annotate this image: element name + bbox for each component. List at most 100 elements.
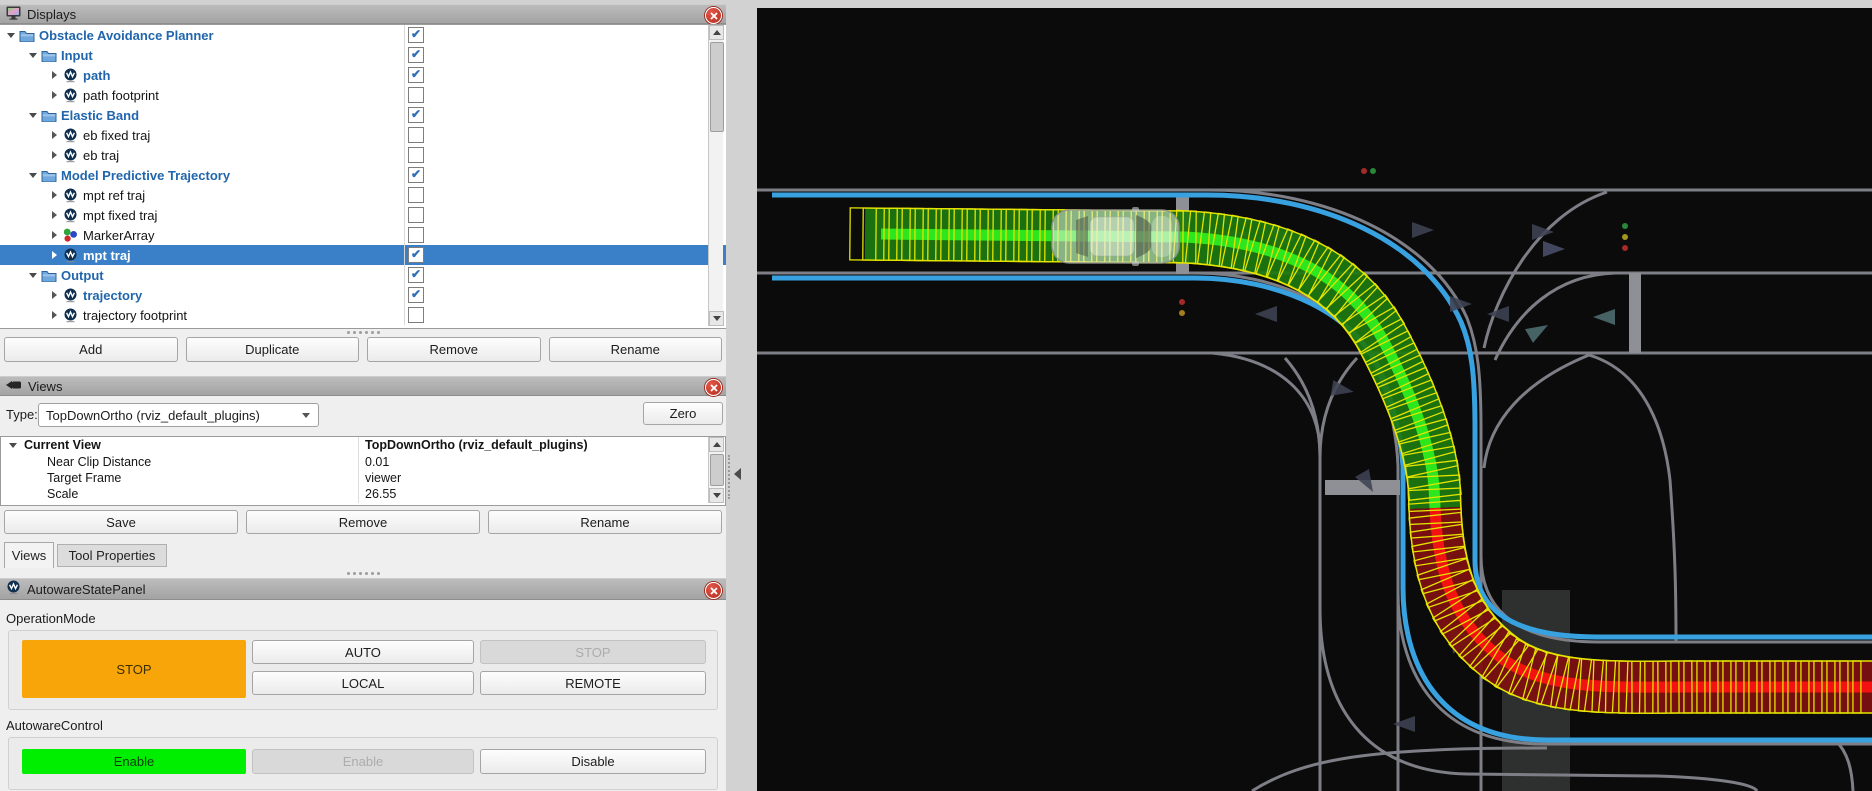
visibility-checkbox[interactable] xyxy=(408,47,424,63)
tree-row-elastic-band[interactable]: Elastic Band xyxy=(0,105,726,125)
autoware-state-panel-titlebar[interactable]: AutowareStatePanel xyxy=(0,578,726,600)
autoware-logo-icon xyxy=(6,580,21,598)
views-panel-titlebar[interactable]: Views xyxy=(0,376,726,396)
tree-row-mpt-fixed-traj[interactable]: mpt fixed traj xyxy=(0,205,726,225)
expand-arrow-icon[interactable] xyxy=(49,231,60,239)
property-row-current-view[interactable]: Current ViewTopDownOrtho (rviz_default_p… xyxy=(1,437,725,453)
tree-row-path-footprint[interactable]: path footprint xyxy=(0,85,726,105)
visibility-checkbox[interactable] xyxy=(408,247,424,263)
expand-arrow-icon[interactable] xyxy=(49,251,60,259)
splitter-handle[interactable] xyxy=(338,330,388,335)
collapse-arrow-icon[interactable] xyxy=(27,273,38,278)
properties-scrollbar[interactable] xyxy=(708,437,723,503)
duplicate-button[interactable]: Duplicate xyxy=(186,337,360,362)
close-icon[interactable] xyxy=(705,582,722,599)
visibility-checkbox[interactable] xyxy=(408,87,424,103)
autoware-icon xyxy=(62,308,79,323)
expand-arrow-icon[interactable] xyxy=(49,311,60,319)
remove-button[interactable]: Remove xyxy=(367,337,541,362)
tree-row-model-predictive-trajectory[interactable]: Model Predictive Trajectory xyxy=(0,165,726,185)
rename-button[interactable]: Rename xyxy=(549,337,723,362)
add-button[interactable]: Add xyxy=(4,337,178,362)
tree-row-label: Input xyxy=(61,48,93,63)
tree-row-label: trajectory xyxy=(83,288,142,303)
expand-arrow-icon[interactable] xyxy=(49,191,60,199)
tree-row-input[interactable]: Input xyxy=(0,45,726,65)
disable-button[interactable]: Disable xyxy=(480,749,706,774)
tree-row-label: path footprint xyxy=(83,88,159,103)
scrollbar-handle[interactable] xyxy=(710,42,724,132)
scrollbar-handle[interactable] xyxy=(710,454,724,486)
auto-button[interactable]: AUTO xyxy=(252,640,474,664)
enable-button: Enable xyxy=(252,749,474,774)
tree-row-trajectory-footprint[interactable]: trajectory footprint xyxy=(0,305,726,325)
visibility-checkbox[interactable] xyxy=(408,27,424,43)
chevron-down-icon xyxy=(302,413,310,418)
expand-arrow-icon[interactable] xyxy=(49,131,60,139)
displays-panel-titlebar[interactable]: Displays xyxy=(0,4,726,24)
traffic-signal-dot xyxy=(1361,168,1367,174)
3d-viewport[interactable] xyxy=(757,8,1872,791)
collapse-arrow-icon[interactable] xyxy=(27,53,38,58)
property-value: 0.01 xyxy=(359,455,389,469)
traffic-signal-dot xyxy=(1622,245,1628,251)
collapse-arrow-icon[interactable] xyxy=(27,173,38,178)
visibility-checkbox[interactable] xyxy=(408,147,424,163)
close-icon[interactable] xyxy=(705,379,722,396)
collapse-arrow-icon[interactable] xyxy=(5,33,16,38)
property-key: Current View xyxy=(1,437,359,453)
visibility-checkbox[interactable] xyxy=(408,187,424,203)
visibility-checkbox[interactable] xyxy=(408,107,424,123)
splitter-handle[interactable] xyxy=(338,571,388,576)
tree-row-eb-traj[interactable]: eb traj xyxy=(0,145,726,165)
current-view-properties: Current ViewTopDownOrtho (rviz_default_p… xyxy=(0,436,726,506)
remove-button[interactable]: Remove xyxy=(246,510,480,534)
collapse-arrow-icon[interactable] xyxy=(27,113,38,118)
scroll-up-icon[interactable] xyxy=(709,437,724,452)
expand-arrow-icon[interactable] xyxy=(49,211,60,219)
autoware-control-status: Enable xyxy=(22,749,246,774)
tree-row-trajectory[interactable]: trajectory xyxy=(0,285,726,305)
collapse-arrow-icon[interactable] xyxy=(7,443,18,448)
scroll-down-icon[interactable] xyxy=(709,311,724,326)
visibility-checkbox[interactable] xyxy=(408,267,424,283)
panel-collapse-icon[interactable] xyxy=(734,468,741,480)
rename-button[interactable]: Rename xyxy=(488,510,722,534)
view-type-select[interactable]: TopDownOrtho (rviz_default_plugins) xyxy=(38,403,319,427)
dock-splitter[interactable] xyxy=(728,455,732,499)
tree-row-mpt-ref-traj[interactable]: mpt ref traj xyxy=(0,185,726,205)
scroll-down-icon[interactable] xyxy=(709,488,724,503)
tab-tool-properties[interactable]: Tool Properties xyxy=(57,544,167,567)
expand-arrow-icon[interactable] xyxy=(49,71,60,79)
tree-row-label: eb traj xyxy=(83,148,119,163)
expand-arrow-icon[interactable] xyxy=(49,151,60,159)
visibility-checkbox[interactable] xyxy=(408,127,424,143)
expand-arrow-icon[interactable] xyxy=(49,291,60,299)
displays-tree-scrollbar[interactable] xyxy=(708,25,723,326)
expand-arrow-icon[interactable] xyxy=(49,91,60,99)
property-row-near-clip-distance[interactable]: Near Clip Distance0.01 xyxy=(1,453,725,469)
tab-views[interactable]: Views xyxy=(4,542,54,568)
tree-row-mpt-traj[interactable]: mpt traj xyxy=(0,245,726,265)
property-row-target-frame[interactable]: Target Frameviewer xyxy=(1,470,725,486)
tree-row-output[interactable]: Output xyxy=(0,265,726,285)
visibility-checkbox[interactable] xyxy=(408,67,424,83)
visibility-checkbox[interactable] xyxy=(408,227,424,243)
visibility-checkbox[interactable] xyxy=(408,207,424,223)
visibility-checkbox[interactable] xyxy=(408,287,424,303)
close-icon[interactable] xyxy=(705,7,722,24)
displays-icon xyxy=(6,6,21,23)
property-row-scale[interactable]: Scale26.55 xyxy=(1,486,725,502)
visibility-checkbox[interactable] xyxy=(408,167,424,183)
save-button[interactable]: Save xyxy=(4,510,238,534)
tree-row-markerarray[interactable]: MarkerArray xyxy=(0,225,726,245)
visibility-checkbox[interactable] xyxy=(408,307,424,323)
local-button[interactable]: LOCAL xyxy=(252,671,474,695)
tree-row-eb-fixed-traj[interactable]: eb fixed traj xyxy=(0,125,726,145)
remote-button[interactable]: REMOTE xyxy=(480,671,706,695)
autoware-control-label: AutowareControl xyxy=(6,718,103,733)
tree-row-path[interactable]: path xyxy=(0,65,726,85)
tree-row-obstacle-avoidance-planner[interactable]: Obstacle Avoidance Planner xyxy=(0,25,726,45)
scroll-up-icon[interactable] xyxy=(709,25,724,40)
zero-button[interactable]: Zero xyxy=(643,402,723,425)
